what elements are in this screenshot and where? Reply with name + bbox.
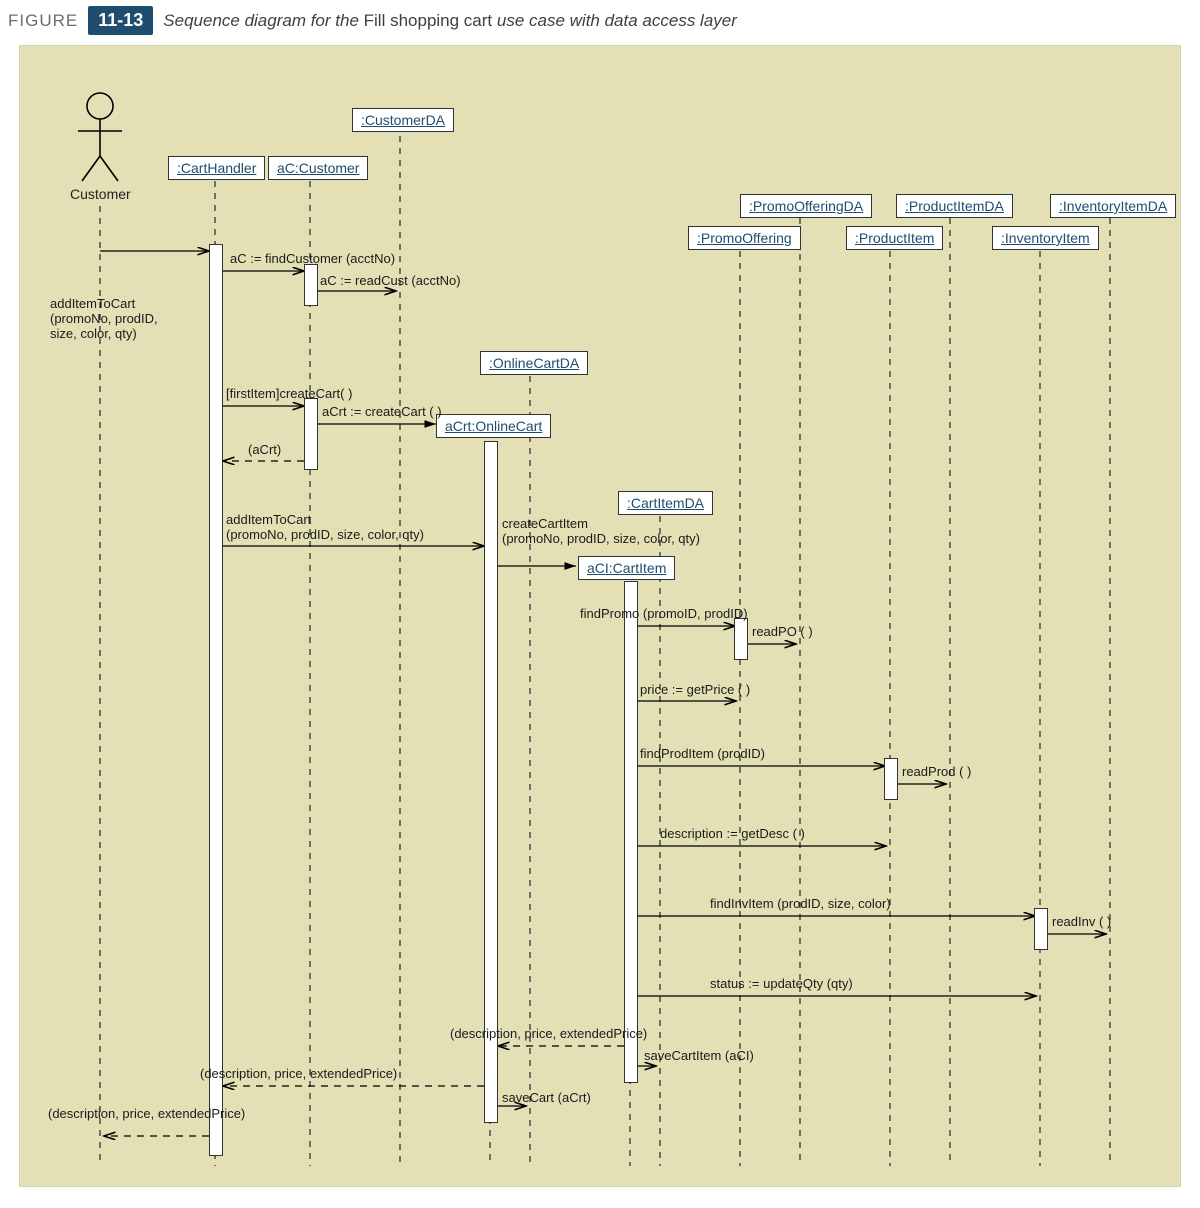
actor-label: Customer <box>70 186 131 202</box>
lifeline-onlinecartda: :OnlineCartDA <box>480 351 588 375</box>
msg-return-desc1: (description, price, extendedPrice) <box>450 1026 647 1041</box>
lifeline-promoofferingda: :PromoOfferingDA <box>740 194 872 218</box>
figure-caption: FIGURE 11-13 Sequence diagram for the Fi… <box>0 0 1200 45</box>
lifeline-ac-customer: aC:Customer <box>268 156 368 180</box>
msg-readcust: aC := readCust (acctNo) <box>320 273 461 288</box>
msg-getprice: price := getPrice ( ) <box>640 682 750 697</box>
actor-icon <box>78 93 122 181</box>
sequence-diagram: :CartHandler aC:Customer :CustomerDA :On… <box>19 45 1181 1187</box>
lifeline-inventoryitem: :InventoryItem <box>992 226 1099 250</box>
msg-additemtocart: addItemToCart (promoNo, prodID, size, co… <box>226 512 424 542</box>
activation-ac-findcust <box>304 264 318 306</box>
msg-savecart: saveCart (aCrt) <box>502 1090 591 1105</box>
msg-findpromo: findPromo (promoID, prodID) <box>580 606 748 621</box>
msg-readprod: readProd ( ) <box>902 764 971 779</box>
activation-promooffering <box>734 618 748 660</box>
msg-readinv: readInv ( ) <box>1052 914 1111 929</box>
lifeline-carthandler: :CartHandler <box>168 156 265 180</box>
msg-createcart-guard: [firstItem]createCart( ) <box>226 386 352 401</box>
lifeline-cartitemda: :CartItemDA <box>618 491 713 515</box>
activation-ac-createcart <box>304 398 318 470</box>
figure-word: FIGURE <box>8 11 78 31</box>
activation-cartitem <box>624 581 638 1083</box>
lifeline-inventoryitemda: :InventoryItemDA <box>1050 194 1176 218</box>
msg-savecartitem: saveCartItem (aCI) <box>644 1048 754 1063</box>
msg-findproditem: findProdItem (prodID) <box>640 746 765 761</box>
msg-return-desc3: (description, price, extendedPrice) <box>48 1106 245 1121</box>
lifeline-acrt-onlinecart: aCrt:OnlineCart <box>436 414 551 438</box>
lifeline-productitem: :ProductItem <box>846 226 943 250</box>
msg-createcartitem: createCartItem (promoNo, prodID, size, c… <box>502 516 700 546</box>
activation-productitem <box>884 758 898 800</box>
msg-findcustomer: aC := findCustomer (acctNo) <box>230 251 395 266</box>
lifeline-promooffering: :PromoOffering <box>688 226 801 250</box>
lifeline-productitemda: :ProductItemDA <box>896 194 1013 218</box>
figure-description: Sequence diagram for the Fill shopping c… <box>163 11 737 31</box>
msg-readpo: readPO ( ) <box>752 624 813 639</box>
msg-return-desc2: (description, price, extendedPrice) <box>200 1066 397 1081</box>
msg-getdesc: description := getDesc ( ) <box>660 826 805 841</box>
lifeline-aci-cartitem: aCI:CartItem <box>578 556 675 580</box>
activation-onlinecart <box>484 441 498 1123</box>
figure-number: 11-13 <box>88 6 153 35</box>
lifeline-customerda: :CustomerDA <box>352 108 454 132</box>
msg-updateqty: status := updateQty (qty) <box>710 976 853 991</box>
msg-return-acrt: (aCrt) <box>248 442 281 457</box>
msg-additemtocart-actor: addItemToCart (promoNo, prodID, size, co… <box>50 296 158 341</box>
activation-carthandler <box>209 244 223 1156</box>
activation-inventoryitem <box>1034 908 1048 950</box>
msg-findinvitem: findInvItem (prodID, size, color) <box>710 896 891 911</box>
msg-createcart: aCrt := createCart ( ) <box>322 404 442 419</box>
